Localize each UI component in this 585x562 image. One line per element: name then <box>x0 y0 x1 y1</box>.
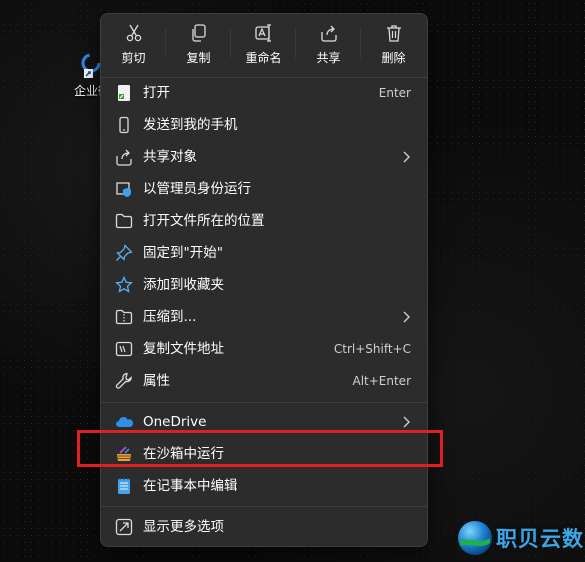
scissors-icon <box>126 24 141 41</box>
share-label: 共享 <box>316 50 341 65</box>
chevron-right-icon <box>403 416 410 428</box>
menu-item-label: 压缩到... <box>143 309 197 325</box>
delete-button[interactable]: 删除 <box>361 14 426 74</box>
menu-item-label: 打开 <box>143 85 170 101</box>
highlight-annotation <box>77 430 443 467</box>
copy-button[interactable]: 复制 <box>166 14 231 74</box>
zip-folder-icon <box>115 309 133 325</box>
watermark-text: 职贝云数 <box>496 527 584 551</box>
menu-item-open[interactable]: 打开 Enter <box>107 77 421 109</box>
menu-item-label: 复制文件地址 <box>143 341 224 357</box>
menu-item-pin-to-start[interactable]: 固定到"开始" <box>107 237 421 269</box>
menu-item-open-file-location[interactable]: 打开文件所在的位置 <box>107 205 421 237</box>
onedrive-cloud-icon <box>116 417 133 427</box>
menu-item-label: 打开文件所在的位置 <box>143 213 265 229</box>
menu-item-send-to-phone[interactable]: 发送到我的手机 <box>107 109 421 141</box>
rename-label: 重命名 <box>245 50 282 65</box>
menu-divider <box>101 402 427 403</box>
phone-icon <box>119 116 129 134</box>
shortcut-hint: Alt+Enter <box>352 374 411 388</box>
menu-divider <box>101 506 427 507</box>
share-icon <box>320 25 337 42</box>
shortcut-hint: Ctrl+Shift+C <box>333 342 411 356</box>
menu-item-label: 在记事本中编辑 <box>143 478 238 494</box>
copy-label: 复制 <box>186 50 211 65</box>
app-shortcut-icon <box>118 85 130 101</box>
globe-logo-icon <box>458 521 492 555</box>
cut-button[interactable]: 剪切 <box>101 14 166 74</box>
menu-item-share-with[interactable]: 共享对象 <box>107 141 421 173</box>
shield-admin-icon <box>116 182 131 197</box>
trash-icon <box>386 24 401 42</box>
menu-item-label: 显示更多选项 <box>143 519 224 535</box>
pin-icon <box>116 244 133 261</box>
menu-item-add-to-favorites[interactable]: 添加到收藏夹 <box>107 269 421 301</box>
menu-item-label: 固定到"开始" <box>143 245 223 261</box>
menu-item-show-more-options[interactable]: 显示更多选项 <box>107 511 421 543</box>
menu-item-label: 发送到我的手机 <box>143 117 238 133</box>
menu-item-label: 共享对象 <box>143 149 197 165</box>
shortcut-hint: Enter <box>378 86 411 100</box>
chevron-right-icon <box>403 311 410 323</box>
cut-label: 剪切 <box>121 50 146 65</box>
folder-icon <box>115 213 133 229</box>
rename-button[interactable]: 重命名 <box>231 14 296 74</box>
menu-item-edit-in-notepad[interactable]: 在记事本中编辑 <box>107 470 421 502</box>
copy-icon <box>191 23 206 42</box>
menu-item-properties[interactable]: 属性 Alt+Enter <box>107 365 421 397</box>
watermark: 职贝云数 <box>456 519 584 557</box>
menu-item-label: 以管理员身份运行 <box>143 181 251 197</box>
wrench-icon <box>115 372 132 389</box>
notepad-icon <box>118 478 130 494</box>
menu-item-compress-to[interactable]: 压缩到... <box>107 301 421 333</box>
delete-label: 删除 <box>381 50 406 65</box>
share-icon <box>116 149 132 166</box>
menu-item-label: 属性 <box>143 373 170 389</box>
chevron-right-icon <box>403 151 410 163</box>
star-icon <box>115 276 133 293</box>
quick-action-bar: 剪切 复制 重命名 共享 删除 <box>101 14 427 74</box>
more-options-icon <box>115 518 133 536</box>
menu-item-label: 添加到收藏夹 <box>143 277 224 293</box>
menu-item-run-as-admin[interactable]: 以管理员身份运行 <box>107 173 421 205</box>
menu-item-copy-as-path[interactable]: 复制文件地址 Ctrl+Shift+C <box>107 333 421 365</box>
share-button[interactable]: 共享 <box>296 14 361 74</box>
rename-icon <box>254 23 271 42</box>
copy-path-icon <box>115 341 133 357</box>
